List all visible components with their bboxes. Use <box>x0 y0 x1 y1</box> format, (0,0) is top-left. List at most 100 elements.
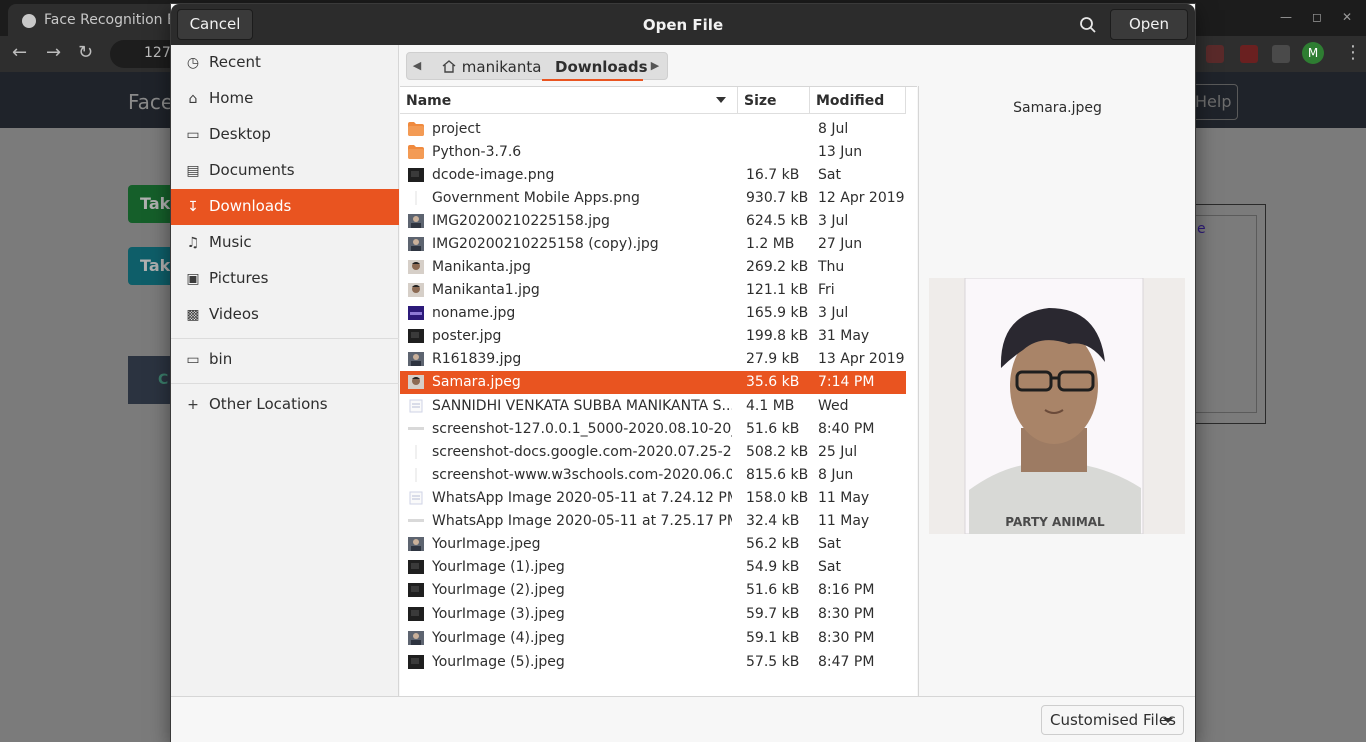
file-modified: 8:30 PM <box>818 630 875 646</box>
file-modified: 12 Apr 2019 <box>818 190 905 206</box>
file-row[interactable]: WhatsApp Image 2020-05-11 at 7.24.12 PM.… <box>400 487 906 510</box>
file-row[interactable]: R161839.jpg 27.9 kB 13 Apr 2019 <box>400 348 906 371</box>
path-current-indicator <box>542 79 643 81</box>
sidebar-item-music[interactable]: ♫ Music <box>171 225 399 261</box>
page-brand[interactable]: Face <box>128 90 173 114</box>
column-header-size[interactable]: Size <box>738 87 810 114</box>
file-modified: 27 Jun <box>818 236 863 252</box>
file-row[interactable]: WhatsApp Image 2020-05-11 at 7.25.17 PM.… <box>400 510 906 533</box>
path-scroll-left-icon[interactable]: ◀ <box>409 59 425 72</box>
file-row[interactable]: IMG20200210225158 (copy).jpg 1.2 MB 27 Jun <box>400 233 906 256</box>
close-window-icon[interactable]: ✕ <box>1342 10 1352 24</box>
image-thumbnail-icon <box>408 519 424 522</box>
file-row[interactable]: Manikanta.jpg 269.2 kB Thu <box>400 256 906 279</box>
file-icon <box>408 214 424 228</box>
sidebar-separator <box>171 338 399 339</box>
file-name: IMG20200210225158 (copy).jpg <box>432 236 659 252</box>
sidebar-item-other-locations[interactable]: + Other Locations <box>171 387 399 423</box>
sidebar-item-downloads[interactable]: ↧ Downloads <box>171 189 399 225</box>
dialog-title: Open File <box>642 16 724 34</box>
file-size: 508.2 kB <box>746 444 809 460</box>
file-icon <box>408 191 424 205</box>
column-header-modified[interactable]: Modified <box>810 87 906 114</box>
file-row[interactable]: screenshot-127.0.0.1_5000-2020.08.10-20_… <box>400 418 906 441</box>
maximize-icon[interactable]: ◻ <box>1312 10 1322 24</box>
file-row[interactable]: Government Mobile Apps.png 930.7 kB 12 Apr… <box>400 187 906 210</box>
file-row[interactable]: YourImage (4).jpeg 59.1 kB 8:30 PM <box>400 627 906 650</box>
file-row[interactable]: YourImage.jpeg 56.2 kB Sat <box>400 533 906 556</box>
file-modified: 8:30 PM <box>818 606 875 622</box>
file-icon <box>408 306 424 320</box>
page-dark-text: C <box>158 372 169 388</box>
path-scroll-right-icon[interactable]: ▶ <box>647 59 663 72</box>
file-name: noname.jpg <box>432 305 516 321</box>
sidebar-item-pictures[interactable]: ▣ Pictures <box>171 261 399 297</box>
sidebar-item-recent[interactable]: ◷ Recent <box>171 45 399 81</box>
file-row[interactable]: YourImage (5).jpeg 57.5 kB 8:47 PM <box>400 651 906 674</box>
home-icon: ⌂ <box>188 91 198 107</box>
sidebar-item-label: Music <box>209 233 252 251</box>
places-sidebar: ◷ Recent ⌂ Home ▭ Desktop ▤ Documents ↧ … <box>171 45 399 696</box>
file-row[interactable]: YourImage (3).jpeg 59.7 kB 8:30 PM <box>400 603 906 626</box>
file-row[interactable]: Python-3.7.6 13 Jun <box>400 141 906 164</box>
download-icon: ↧ <box>187 199 199 215</box>
profile-avatar[interactable]: M <box>1302 42 1324 64</box>
file-type-filter-dropdown[interactable]: Customised Files <box>1041 705 1184 735</box>
file-icon <box>408 283 424 297</box>
search-icon[interactable] <box>1079 16 1097 34</box>
file-row[interactable]: dcode-image.png 16.7 kB Sat <box>400 164 906 187</box>
file-size: 57.5 kB <box>746 654 800 670</box>
file-row[interactable]: YourImage (1).jpeg 54.9 kB Sat <box>400 556 906 579</box>
preview-pane: Samara.jpeg PARTY ANIMAL <box>918 86 1195 696</box>
back-icon[interactable]: ← <box>12 42 27 63</box>
file-row[interactable]: Manikanta1.jpg 121.1 kB Fri <box>400 279 906 302</box>
file-row[interactable]: SANNIDHI VENKATA SUBBA MANIKANTA S... 4.1… <box>400 395 906 418</box>
image-thumbnail-icon <box>408 283 424 297</box>
sidebar-item-label: Desktop <box>209 125 271 143</box>
sidebar-item-documents[interactable]: ▤ Documents <box>171 153 399 189</box>
file-icon <box>408 260 424 274</box>
sidebar-item-home[interactable]: ⌂ Home <box>171 81 399 117</box>
forward-icon[interactable]: → <box>46 42 61 63</box>
sidebar-item-videos[interactable]: ▩ Videos <box>171 297 399 333</box>
browser-menu-icon[interactable]: ⋮ <box>1344 42 1362 63</box>
file-row[interactable]: YourImage (2).jpeg 51.6 kB 8:16 PM <box>400 579 906 602</box>
file-row[interactable]: poster.jpg 199.8 kB 31 May <box>400 325 906 348</box>
chevron-down-icon <box>1163 718 1173 723</box>
sidebar-item-label: Documents <box>209 161 295 179</box>
image-thumbnail-icon <box>408 352 424 366</box>
extension-red-icon[interactable] <box>1206 45 1224 63</box>
sidebar-item-label: Other Locations <box>209 395 328 413</box>
sidebar-item-bin[interactable]: ▭ bin <box>171 342 399 378</box>
file-row[interactable]: screenshot-www.w3schools.com-2020.06.0..… <box>400 464 906 487</box>
reload-icon[interactable]: ↻ <box>78 42 93 63</box>
file-modified: Wed <box>818 398 849 414</box>
file-row[interactable]: IMG20200210225158.jpg 624.5 kB 3 Jul <box>400 210 906 233</box>
camera-icon: ▣ <box>186 271 200 287</box>
minimize-icon[interactable]: — <box>1280 10 1292 24</box>
page-panel: e <box>1190 204 1266 424</box>
dialog-headerbar: Cancel Open File Open <box>171 4 1195 45</box>
document-icon: ▤ <box>186 163 200 179</box>
column-header-name[interactable]: Name <box>400 87 738 114</box>
image-thumbnail-icon <box>408 329 424 343</box>
file-size: 54.9 kB <box>746 559 800 575</box>
folder-icon <box>408 122 424 136</box>
extensions-puzzle-icon[interactable] <box>1272 45 1290 63</box>
home-icon <box>442 60 456 73</box>
image-thumbnail-icon <box>408 427 424 430</box>
file-row[interactable]: project 8 Jul <box>400 118 906 141</box>
file-icon <box>408 399 424 413</box>
file-icon <box>408 145 424 159</box>
file-row[interactable]: screenshot-docs.google.com-2020.07.25-2.… <box>400 441 906 464</box>
path-crumb-home[interactable]: manikanta <box>441 58 541 76</box>
file-row[interactable]: Samara.jpeg 35.6 kB 7:14 PM <box>400 371 906 394</box>
open-button[interactable]: Open <box>1110 9 1188 40</box>
file-row[interactable]: noname.jpg 165.9 kB 3 Jul <box>400 302 906 325</box>
sidebar-item-desktop[interactable]: ▭ Desktop <box>171 117 399 153</box>
extension-shield-icon[interactable] <box>1240 45 1258 63</box>
file-name: Python-3.7.6 <box>432 144 522 160</box>
path-crumb-downloads[interactable]: Downloads <box>555 58 648 76</box>
file-name: Manikanta.jpg <box>432 259 531 275</box>
image-thumbnail-icon <box>415 468 417 482</box>
